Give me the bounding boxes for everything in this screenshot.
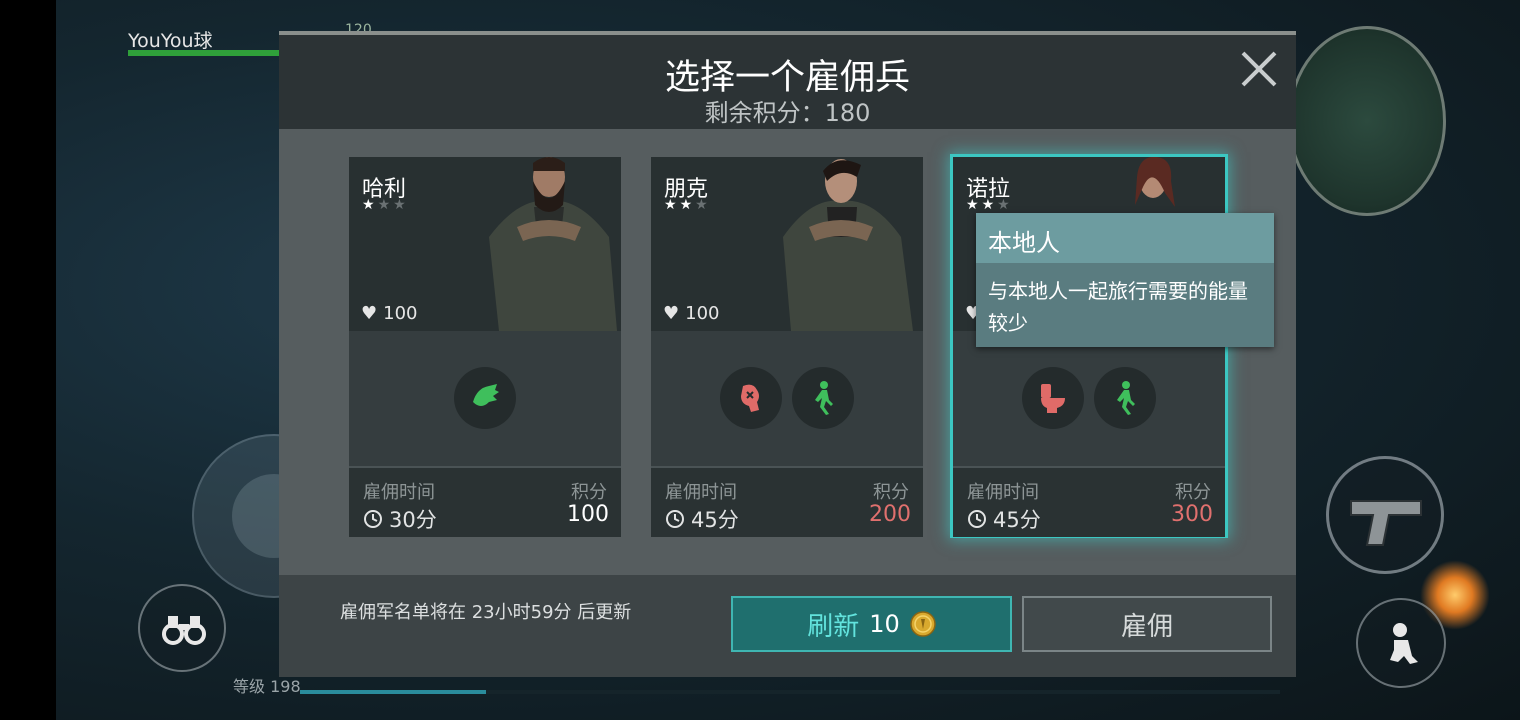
green-walk-icon <box>1117 381 1135 415</box>
star-rating: ★★★ <box>966 197 1013 213</box>
crouch-icon <box>1390 623 1418 664</box>
card-info: 雇佣时间 45分 积分 300 <box>953 466 1225 537</box>
tooltip-description: 与本地人一起旅行需要的能量较少 <box>988 279 1248 335</box>
hire-button[interactable]: 雇佣 <box>1022 596 1272 652</box>
red-injury-icon <box>741 384 759 412</box>
refresh-timer-note: 雇佣军名单将在 23小时59分 后更新 <box>340 602 632 623</box>
star-rating: ★★★ <box>664 197 711 213</box>
mercenary-health: 100 <box>383 303 418 324</box>
points-label: 积分 <box>1175 482 1211 503</box>
binoculars-icon <box>162 616 206 645</box>
hire-label: 雇佣 <box>1120 611 1173 642</box>
screen-edge <box>0 0 56 720</box>
gold-coin-icon <box>910 611 936 637</box>
green-hand-icon <box>473 384 499 406</box>
trait-button[interactable] <box>1022 367 1084 429</box>
heart-icon: ♥ <box>361 303 378 324</box>
star-empty-icon: ★ <box>377 197 394 213</box>
cost-value: 300 <box>1171 502 1213 527</box>
hire-time-value: 45分 <box>993 508 1041 532</box>
binoculars-button[interactable] <box>138 584 226 672</box>
dialog-header: 选择一个雇佣兵 剩余积分：180 <box>279 35 1296 129</box>
trait-button[interactable] <box>1094 367 1156 429</box>
star-filled-icon: ★ <box>981 197 998 213</box>
player-health-bar <box>128 50 288 56</box>
portrait: 朋克 ★★★ ♥ 100 <box>651 157 923 331</box>
trait-button[interactable] <box>454 367 516 429</box>
trait-list <box>953 331 1225 466</box>
close-button[interactable] <box>1237 47 1281 91</box>
minimap[interactable] <box>1288 26 1446 216</box>
star-filled-icon: ★ <box>362 197 378 213</box>
refresh-label: 刷新 <box>807 611 860 642</box>
remaining-points: 剩余积分：180 <box>704 99 871 127</box>
trait-button[interactable] <box>792 367 854 429</box>
star-filled-icon: ★ <box>664 197 680 213</box>
star-empty-icon: ★ <box>695 197 711 213</box>
trait-list <box>651 331 923 466</box>
card-info: 雇佣时间 45分 积分 200 <box>651 466 923 537</box>
red-toilet-icon <box>1041 384 1065 413</box>
player-name: YouYou球 <box>128 30 213 52</box>
cost-value: 100 <box>567 502 609 527</box>
hire-time-label: 雇佣时间 <box>665 482 737 503</box>
clock-icon <box>666 510 684 528</box>
points-label: 积分 <box>873 482 909 503</box>
card-info: 雇佣时间 30分 积分 100 <box>349 466 621 537</box>
star-empty-icon: ★ <box>997 197 1013 213</box>
weapon-button[interactable] <box>1326 456 1444 574</box>
trait-list <box>349 331 621 466</box>
star-filled-icon: ★ <box>966 197 982 213</box>
star-filled-icon: ★ <box>679 197 696 213</box>
clock-icon <box>364 510 382 528</box>
portrait: 哈利 ★★★ ♥ 100 <box>349 157 621 331</box>
mercenary-card-punk[interactable]: 朋克 ★★★ ♥ 100 雇佣时间 45分 积分 200 <box>651 157 923 537</box>
heart-icon: ♥ <box>663 303 680 324</box>
hire-time-value: 30分 <box>389 508 437 532</box>
star-empty-icon: ★ <box>393 197 409 213</box>
tooltip-title: 本地人 <box>988 229 1060 257</box>
star-rating: ★★★ <box>362 197 409 213</box>
trait-button[interactable] <box>720 367 782 429</box>
refresh-button[interactable]: 刷新 10 <box>731 596 1012 652</box>
experience-bar <box>300 690 1280 694</box>
mercenary-card-harry[interactable]: 哈利 ★★★ ♥ 100 雇佣时间 30分 积分 100 <box>349 157 621 537</box>
hire-time-label: 雇佣时间 <box>363 482 435 503</box>
close-icon <box>1241 51 1277 87</box>
hire-time-value: 45分 <box>691 508 739 532</box>
crouch-button[interactable] <box>1356 598 1446 688</box>
green-walk-icon <box>815 381 833 415</box>
clock-icon <box>968 510 986 528</box>
pistol-icon <box>1350 500 1422 546</box>
points-label: 积分 <box>571 482 607 503</box>
hire-time-label: 雇佣时间 <box>967 482 1039 503</box>
refresh-cost: 10 <box>869 610 900 638</box>
mercenary-health: 100 <box>685 303 720 324</box>
cost-value: 200 <box>869 502 911 527</box>
trait-tooltip: 本地人 与本地人一起旅行需要的能量较少 <box>976 213 1274 347</box>
